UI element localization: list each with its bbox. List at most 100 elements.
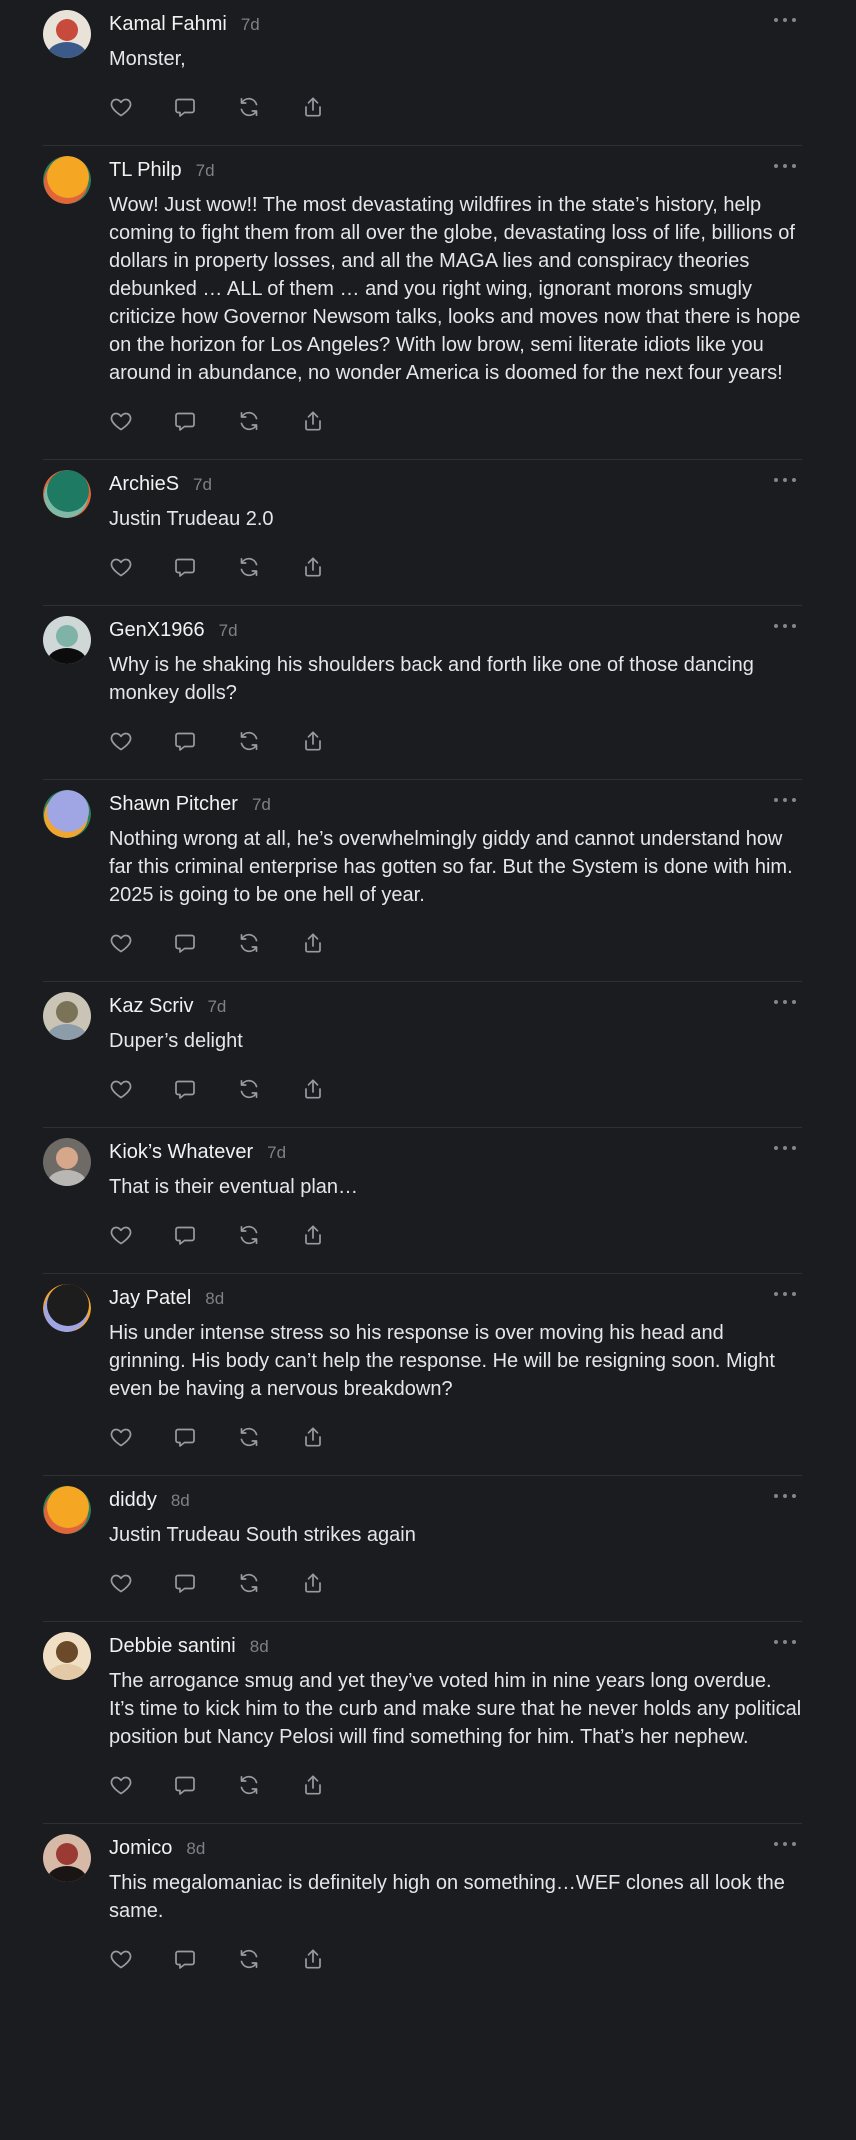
reply-button[interactable] [173,1771,237,1799]
share-icon [305,1225,321,1245]
restack-button[interactable] [237,1423,301,1451]
avatar[interactable] [43,1632,91,1680]
restack-button[interactable] [237,93,301,121]
share-button[interactable] [301,1423,365,1451]
more-options-icon[interactable] [774,620,796,632]
comment-author[interactable]: Jomico [109,1837,172,1859]
reply-button[interactable] [173,407,237,435]
comment-timestamp[interactable]: 7d [252,794,271,816]
more-options-icon[interactable] [774,1142,796,1154]
reply-button[interactable] [173,1569,237,1597]
restack-button[interactable] [237,1569,301,1597]
restack-button[interactable] [237,929,301,957]
comment-timestamp[interactable]: 7d [207,996,226,1018]
share-icon [305,411,321,431]
like-button[interactable] [109,929,173,957]
restack-button[interactable] [237,1075,301,1103]
more-options-icon[interactable] [774,160,796,172]
comment-timestamp[interactable]: 8d [186,1838,205,1860]
restack-button[interactable] [237,1221,301,1249]
reply-button[interactable] [173,93,237,121]
avatar[interactable] [43,616,91,664]
comment-timestamp[interactable]: 7d [193,474,212,496]
comment-author[interactable]: Jay Patel [109,1287,191,1309]
share-button[interactable] [301,1771,365,1799]
comment-timestamp[interactable]: 8d [205,1288,224,1310]
like-button[interactable] [109,553,173,581]
avatar[interactable] [43,1834,91,1882]
comment-author[interactable]: GenX1966 [109,619,205,641]
like-button[interactable] [109,1569,173,1597]
restack-button[interactable] [237,407,301,435]
comment: Kaz Scriv 7d Duper’s delight [43,982,802,1128]
like-button[interactable] [109,407,173,435]
reply-button[interactable] [173,1221,237,1249]
reply-button[interactable] [173,727,237,755]
restack-button[interactable] [237,1771,301,1799]
comment-timestamp[interactable]: 7d [196,160,215,182]
like-button[interactable] [109,1771,173,1799]
share-button[interactable] [301,1221,365,1249]
share-button[interactable] [301,93,365,121]
restack-button[interactable] [237,727,301,755]
more-options-icon[interactable] [774,14,796,26]
comment-author[interactable]: diddy [109,1489,157,1511]
like-button[interactable] [109,1221,173,1249]
like-button[interactable] [109,1075,173,1103]
like-button[interactable] [109,93,173,121]
restack-button[interactable] [237,553,301,581]
comment-timestamp[interactable]: 8d [250,1636,269,1658]
comment-actions [109,553,802,605]
reply-button[interactable] [173,929,237,957]
avatar[interactable] [43,470,91,518]
avatar[interactable] [43,992,91,1040]
comment-author[interactable]: Kamal Fahmi [109,13,227,35]
avatar[interactable] [43,790,91,838]
repost-icon [240,1573,258,1593]
avatar[interactable] [43,10,91,58]
share-button[interactable] [301,929,365,957]
restack-button[interactable] [237,1945,301,1973]
share-button[interactable] [301,1569,365,1597]
like-button[interactable] [109,1945,173,1973]
comment-author[interactable]: Shawn Pitcher [109,793,238,815]
comment-author[interactable]: TL Philp [109,159,182,181]
comment-author[interactable]: ArchieS [109,473,179,495]
share-button[interactable] [301,1075,365,1103]
avatar[interactable] [43,1486,91,1534]
like-button[interactable] [109,1423,173,1451]
share-button[interactable] [301,407,365,435]
comment-author[interactable]: Kiok’s Whatever [109,1141,253,1163]
share-button[interactable] [301,727,365,755]
comment-timestamp[interactable]: 8d [171,1490,190,1512]
repost-icon [240,1079,258,1099]
comment-timestamp[interactable]: 7d [219,620,238,642]
comment-text: Duper’s delight [109,1030,243,1052]
more-options-icon[interactable] [774,794,796,806]
reply-button[interactable] [173,1423,237,1451]
repost-icon [240,731,258,751]
share-button[interactable] [301,553,365,581]
more-options-icon[interactable] [774,474,796,486]
more-options-icon[interactable] [774,996,796,1008]
more-options-icon[interactable] [774,1490,796,1502]
share-icon [305,1775,321,1795]
more-options-icon[interactable] [774,1636,796,1648]
like-button[interactable] [109,727,173,755]
comment-author[interactable]: Kaz Scriv [109,995,193,1017]
share-button[interactable] [301,1945,365,1973]
more-options-icon[interactable] [774,1838,796,1850]
reply-button[interactable] [173,553,237,581]
avatar[interactable] [43,1138,91,1186]
avatar[interactable] [43,156,91,204]
heart-icon [110,558,132,577]
comment-timestamp[interactable]: 7d [241,14,260,36]
comment-timestamp[interactable]: 7d [267,1142,286,1164]
reply-button[interactable] [173,1075,237,1103]
share-icon [305,1949,321,1969]
comment: Shawn Pitcher 7d Nothing wrong at all, h… [43,780,802,982]
reply-button[interactable] [173,1945,237,1973]
comment-author[interactable]: Debbie santini [109,1635,236,1657]
avatar[interactable] [43,1284,91,1332]
more-options-icon[interactable] [774,1288,796,1300]
